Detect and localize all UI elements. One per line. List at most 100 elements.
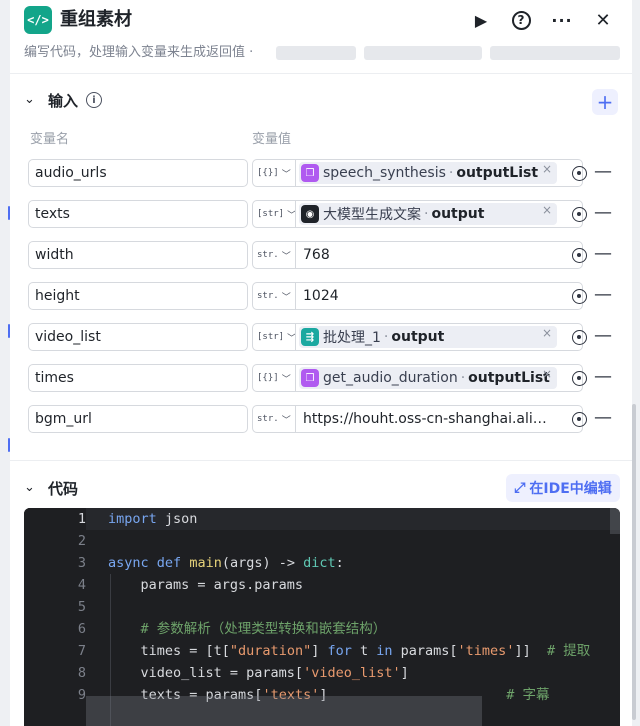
variable-value-input[interactable]: https://houht.oss-cn-shanghai.aliyuncs.c… xyxy=(303,406,553,432)
value-type-select[interactable]: [str] ﹀ xyxy=(252,323,296,351)
code-token: def xyxy=(156,555,182,571)
clear-reference-icon[interactable]: × xyxy=(542,326,552,340)
chevron-down-icon[interactable]: ⌄ xyxy=(24,92,35,107)
variable-value-field[interactable]: https://houht.oss-cn-shanghai.aliyuncs.c… xyxy=(295,405,587,433)
close-icon[interactable]: ✕ xyxy=(590,7,616,33)
code-section-title: 代码 xyxy=(48,480,79,498)
input-row: times[{}] ﹀ ❒ get_audio_duration · outputList… xyxy=(10,364,632,392)
redacted-region xyxy=(490,46,620,60)
value-type-select[interactable]: [{}] ﹀ xyxy=(252,159,296,187)
node-icon: ◉ xyxy=(301,205,319,223)
variable-name-input[interactable]: times xyxy=(28,364,248,392)
reference-picker-icon[interactable] xyxy=(572,412,587,427)
remove-input-button[interactable]: — xyxy=(594,324,612,348)
line-number: 4 xyxy=(77,577,86,593)
node-icon: ❒ xyxy=(301,369,319,387)
clear-reference-icon[interactable]: × xyxy=(542,367,552,381)
code-token: params[ xyxy=(392,643,458,659)
variable-name-input[interactable]: texts xyxy=(28,200,248,228)
variable-value-input[interactable]: 1024 xyxy=(303,283,553,309)
value-type-label: [{}] xyxy=(257,168,279,178)
variable-name-input[interactable]: bgm_url xyxy=(28,405,248,433)
value-type-label: str. xyxy=(257,250,279,260)
editor-vertical-scrollbar[interactable] xyxy=(610,508,620,534)
code-editor[interactable]: 1 2 3 4 5 6 7 8 9 import json async def main(args… xyxy=(24,508,620,726)
variable-name-input[interactable]: video_list xyxy=(28,323,248,351)
reference-picker-icon[interactable] xyxy=(572,166,587,181)
variable-value-input[interactable]: 768 xyxy=(303,242,553,268)
info-icon[interactable]: i xyxy=(86,92,102,108)
input-section-header[interactable]: ⌄ 输入 i xyxy=(10,86,632,116)
line-number: 1 xyxy=(77,511,86,527)
value-type-select[interactable]: str. ﹀ xyxy=(252,405,296,433)
help-icon[interactable]: ? xyxy=(508,7,534,33)
reference-field-name: outputList xyxy=(456,165,539,181)
reference-separator: · xyxy=(424,206,429,222)
remove-input-button[interactable]: — xyxy=(594,242,612,266)
variable-value-field[interactable]: 1024 xyxy=(295,282,587,310)
reference-node-name: speech_synthesis xyxy=(323,165,446,181)
chevron-down-icon: ﹀ xyxy=(281,251,291,262)
value-type-select[interactable]: str. ﹀ xyxy=(252,241,296,269)
line-number: 6 xyxy=(77,621,86,637)
variable-name-input[interactable]: width xyxy=(28,241,248,269)
variable-name-input[interactable]: height xyxy=(28,282,248,310)
reference-field-name: output xyxy=(431,206,485,222)
add-input-button[interactable]: + xyxy=(592,89,618,115)
editor-horizontal-scrollbar[interactable] xyxy=(86,696,482,726)
code-token: ] xyxy=(400,665,409,681)
variable-value-field[interactable]: ◉ 大模型生成文案 · output × xyxy=(295,200,587,228)
variable-reference-chip[interactable]: ❒ speech_synthesis · outputList xyxy=(299,162,557,184)
remove-input-button[interactable]: — xyxy=(594,365,612,389)
code-icon: </> xyxy=(24,6,52,34)
node-icon: ⇶ xyxy=(301,328,319,346)
variable-value-field[interactable]: 768 xyxy=(295,241,587,269)
variable-reference-chip[interactable]: ⇶ 批处理_1 · output xyxy=(299,326,557,348)
reference-field-name: outputList xyxy=(468,370,550,386)
scrollbar-thumb[interactable] xyxy=(632,404,636,720)
clear-reference-icon[interactable]: × xyxy=(542,203,552,217)
variable-value-field[interactable]: ❒ speech_synthesis · outputList × xyxy=(295,159,587,187)
value-type-label: [str] xyxy=(257,209,285,219)
reference-picker-icon[interactable] xyxy=(572,289,587,304)
remove-input-button[interactable]: — xyxy=(594,406,612,430)
edit-in-ide-label: 在IDE中编辑 xyxy=(529,481,612,497)
variable-reference-chip[interactable]: ◉ 大模型生成文案 · output xyxy=(299,203,557,225)
value-type-select[interactable]: str. ﹀ xyxy=(252,282,296,310)
chevron-down-icon[interactable]: ⌄ xyxy=(24,480,35,495)
variable-value-field[interactable]: ❒ get_audio_duration · outputList × xyxy=(295,364,587,392)
node-title[interactable]: 重组素材 xyxy=(60,7,132,33)
reference-picker-icon[interactable] xyxy=(572,330,587,345)
line-number: 7 xyxy=(77,643,86,659)
input-row: texts [str] ﹀ ◉ 大模型生成文案 · output × — xyxy=(10,200,632,228)
value-type-label: [{}] xyxy=(257,373,279,383)
code-token: "duration" xyxy=(229,643,312,659)
variable-name-input[interactable]: audio_urls xyxy=(28,159,248,187)
code-token: for xyxy=(327,643,352,659)
reference-separator: · xyxy=(448,165,454,181)
reference-picker-icon[interactable] xyxy=(572,207,587,222)
reference-picker-icon[interactable] xyxy=(572,248,587,263)
value-type-select[interactable]: [{}] ﹀ xyxy=(252,364,296,392)
line-number: 3 xyxy=(77,555,86,571)
code-token: times = [t[ xyxy=(108,643,230,659)
input-section-title: 输入 xyxy=(48,92,79,110)
input-row: width str. ﹀ 768— xyxy=(10,241,632,269)
remove-input-button[interactable]: — xyxy=(594,201,612,225)
code-token: in xyxy=(376,643,393,659)
code-line: # 参数解析（处理类型转换和嵌套结构） xyxy=(108,618,387,640)
play-icon[interactable]: ▶ xyxy=(468,7,494,33)
remove-input-button[interactable]: — xyxy=(594,160,612,184)
variable-value-field[interactable]: ⇶ 批处理_1 · output × xyxy=(295,323,587,351)
value-type-label: str. xyxy=(257,291,279,301)
variable-reference-chip[interactable]: ❒ get_audio_duration · outputList xyxy=(299,367,557,389)
more-icon[interactable]: ··· xyxy=(549,7,575,33)
remove-input-button[interactable]: — xyxy=(594,283,612,307)
code-token: t xyxy=(351,643,377,659)
code-token: params = args.params xyxy=(108,577,304,593)
input-row: bgm_url str. ﹀ https://houht.oss-cn-shangha… xyxy=(10,405,632,433)
value-type-select[interactable]: [str] ﹀ xyxy=(252,200,296,228)
reference-picker-icon[interactable] xyxy=(572,371,587,386)
edit-in-ide-button[interactable]: ⤢ 在IDE中编辑 xyxy=(506,474,620,502)
clear-reference-icon[interactable]: × xyxy=(542,162,552,176)
